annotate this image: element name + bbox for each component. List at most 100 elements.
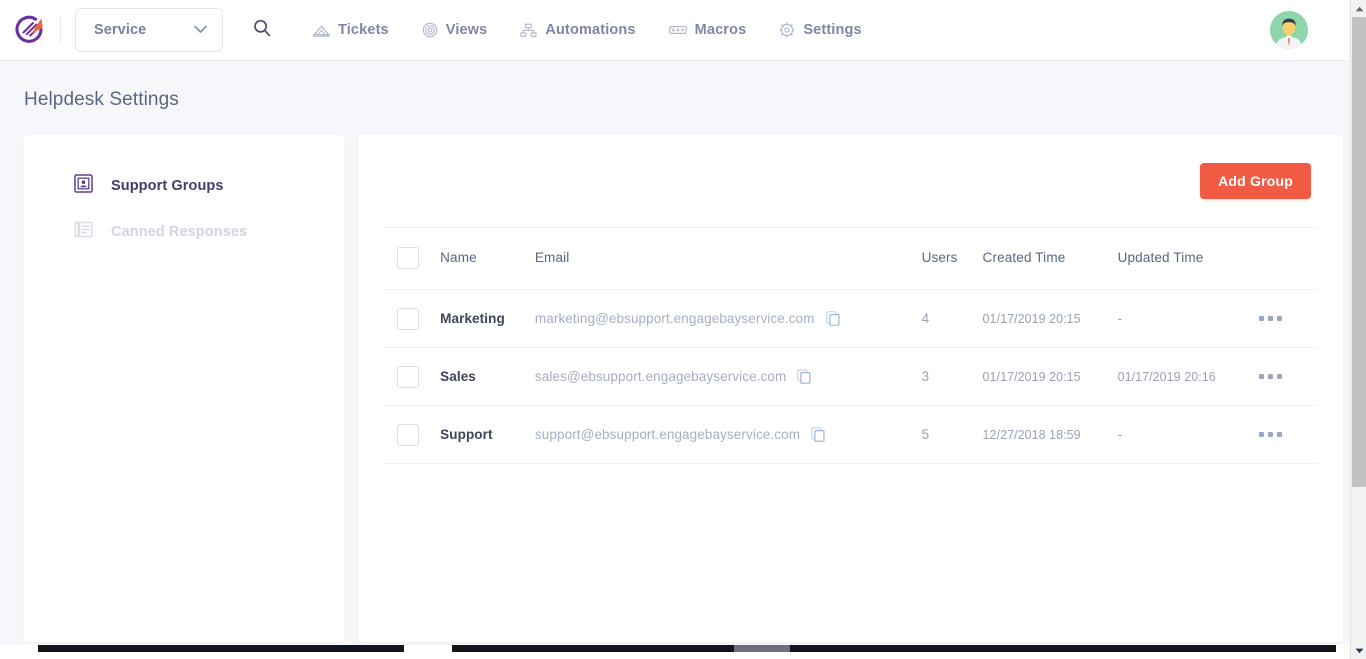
copy-icon[interactable] [797, 369, 811, 384]
cell-name: Support [440, 406, 535, 464]
horizontal-scrollbar-thumb-left[interactable] [38, 645, 404, 652]
nav-item-settings[interactable]: Settings [779, 8, 861, 52]
cell-updated-time: - [1118, 406, 1260, 464]
more-options-icon[interactable] [1259, 426, 1318, 443]
cell-email: sales@ebsupport.engagebayservice.com [535, 348, 922, 406]
updated-time: - [1118, 427, 1122, 442]
sidebar-item-label: Canned Responses [111, 224, 247, 240]
column-header-users[interactable]: Users [922, 228, 983, 290]
column-header-name[interactable]: Name [440, 228, 535, 290]
table-header: Name Email Users Created Time [383, 228, 1318, 290]
cell-actions [1259, 290, 1318, 348]
nav-item-views[interactable]: Views [422, 8, 488, 52]
primary-nav-links: Tickets Views [313, 8, 862, 52]
column-header-created-time[interactable]: Created Time [983, 228, 1118, 290]
column-header-email[interactable]: Email [535, 228, 922, 290]
sidebar-item-canned-responses[interactable]: Canned Responses [24, 211, 344, 253]
cell-users: 5 [922, 406, 983, 464]
user-count: 4 [922, 311, 930, 326]
tickets-icon [313, 23, 330, 38]
select-all-checkbox[interactable] [397, 247, 419, 269]
nav-item-macros[interactable]: Macros [669, 8, 747, 52]
automations-icon [520, 23, 537, 38]
app-root: Service [0, 0, 1366, 659]
user-avatar[interactable] [1270, 11, 1308, 49]
chevron-down-icon [193, 21, 208, 39]
group-name: Marketing [440, 311, 505, 326]
nav-label: Tickets [338, 22, 389, 38]
row-checkbox[interactable] [397, 366, 419, 388]
macros-icon [669, 24, 687, 36]
top-navigation-bar: Service [0, 0, 1350, 61]
card-toolbar: Add Group [358, 135, 1343, 227]
sidebar-item-support-groups[interactable]: Support Groups [24, 165, 344, 207]
page-viewport: Service [0, 0, 1350, 652]
more-options-icon[interactable] [1259, 368, 1318, 385]
nav-item-tickets[interactable]: Tickets [313, 8, 389, 52]
nav-label: Automations [545, 22, 635, 38]
nav-label: Macros [695, 22, 747, 38]
table-row[interactable]: Sales sales@ebsupport.engagebayservice.c… [383, 348, 1318, 406]
product-switcher-label: Service [94, 22, 146, 38]
column-header-label: Updated Time [1118, 250, 1204, 265]
group-email: marketing@ebsupport.engagebayservice.com [535, 311, 815, 326]
table-body: Marketing marketing@ebsupport.engagebays… [383, 290, 1318, 464]
search-icon [252, 18, 272, 43]
product-switcher-dropdown[interactable]: Service [75, 8, 223, 52]
vertical-scrollbar-thumb[interactable] [1352, 17, 1366, 487]
nav-label: Views [446, 22, 488, 38]
copy-icon[interactable] [826, 311, 840, 326]
support-groups-table: Name Email Users Created Time [383, 227, 1318, 464]
scroll-up-arrow-icon[interactable] [1351, 0, 1366, 17]
horizontal-scrollbar-segment[interactable] [734, 645, 790, 652]
vertical-scrollbar[interactable] [1350, 0, 1366, 659]
user-count: 5 [922, 427, 930, 442]
support-groups-card: Add Group Name Email [358, 135, 1343, 642]
select-all-cell [383, 228, 440, 290]
cell-users: 4 [922, 290, 983, 348]
created-time: 12/27/2018 18:59 [983, 428, 1081, 442]
horizontal-scrollbar-thumb-right[interactable] [452, 645, 1336, 652]
updated-time: - [1118, 311, 1122, 326]
cell-created-time: 01/17/2019 20:15 [983, 348, 1118, 406]
row-select-cell [383, 348, 440, 406]
row-checkbox[interactable] [397, 424, 419, 446]
canned-responses-icon [74, 220, 93, 244]
scroll-down-arrow-icon[interactable] [1351, 642, 1366, 659]
column-header-label: Created Time [983, 250, 1066, 265]
cell-users: 3 [922, 348, 983, 406]
cell-actions [1259, 348, 1318, 406]
sidebar-item-label: Support Groups [111, 178, 224, 194]
cell-actions [1259, 406, 1318, 464]
group-email: sales@ebsupport.engagebayservice.com [535, 369, 786, 384]
copy-icon[interactable] [811, 427, 825, 442]
row-select-cell [383, 406, 440, 464]
created-time: 01/17/2019 20:15 [983, 370, 1081, 384]
settings-gear-icon [779, 22, 795, 38]
add-group-button[interactable]: Add Group [1200, 163, 1311, 199]
cell-email: marketing@ebsupport.engagebayservice.com [535, 290, 922, 348]
views-icon [422, 22, 438, 38]
horizontal-scrollbar[interactable] [0, 645, 1350, 652]
settings-sidebar-card: Support Groups Canned Responses [24, 135, 344, 642]
row-select-cell [383, 290, 440, 348]
user-count: 3 [922, 369, 930, 384]
group-email: support@ebsupport.engagebayservice.com [535, 427, 800, 442]
support-groups-icon [74, 174, 93, 198]
nav-item-automations[interactable]: Automations [520, 8, 635, 52]
more-options-icon[interactable] [1259, 310, 1318, 327]
group-name: Sales [440, 369, 476, 384]
cell-updated-time: - [1118, 290, 1260, 348]
table-row[interactable]: Marketing marketing@ebsupport.engagebays… [383, 290, 1318, 348]
column-header-updated-time[interactable]: Updated Time [1118, 228, 1260, 290]
cell-updated-time: 01/17/2019 20:16 [1118, 348, 1260, 406]
table-row[interactable]: Support support@ebsupport.engagebayservi… [383, 406, 1318, 464]
row-checkbox[interactable] [397, 308, 419, 330]
engagebay-logo-icon[interactable] [10, 10, 50, 50]
table-header-row: Name Email Users Created Time [383, 228, 1318, 290]
nav-label: Settings [803, 22, 861, 38]
column-header-label: Users [922, 250, 958, 265]
search-button[interactable] [239, 8, 285, 52]
created-time: 01/17/2019 20:15 [983, 312, 1081, 326]
group-name: Support [440, 427, 492, 442]
